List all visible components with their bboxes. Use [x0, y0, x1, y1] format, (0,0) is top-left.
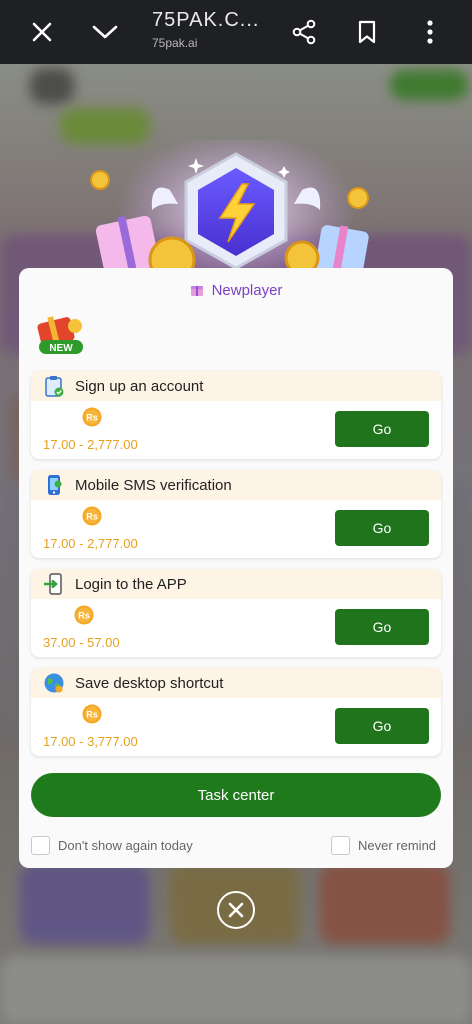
- reward-range: 17.00 - 2,777.00: [43, 437, 138, 452]
- close-icon: [228, 902, 244, 918]
- rupee-coin-icon: Rs: [82, 506, 102, 526]
- go-button[interactable]: Go: [335, 411, 429, 447]
- dont-show-today-option[interactable]: Don't show again today: [31, 836, 193, 855]
- bookmark-icon[interactable]: [343, 8, 391, 56]
- globe-icon: [44, 673, 64, 693]
- task-center-button[interactable]: Task center: [31, 773, 441, 817]
- more-vert-icon[interactable]: [406, 8, 454, 56]
- rupee-coin-icon: Rs: [82, 704, 102, 724]
- task-name: Save desktop shortcut: [75, 674, 224, 692]
- gift-icon: [190, 286, 203, 296]
- task-name: Login to the APP: [75, 575, 187, 593]
- page-url: 75pak.ai: [152, 36, 198, 50]
- rupee-coin-icon: Rs: [74, 605, 94, 625]
- close-modal-button[interactable]: [217, 891, 255, 929]
- login-icon: [44, 573, 62, 595]
- go-button[interactable]: Go: [335, 708, 429, 744]
- new-badge-text: NEW: [49, 343, 73, 354]
- reward-range: 17.00 - 3,777.00: [43, 734, 138, 749]
- coin-label: Rs: [86, 413, 98, 423]
- phone-icon: [48, 475, 62, 495]
- page-title: 75PAK.C...: [152, 9, 260, 31]
- dont-show-today-label: Don't show again today: [58, 838, 193, 853]
- task-card: Mobile SMS verification Rs 17.00 - 2,777…: [31, 470, 441, 558]
- clipboard-check-icon: [45, 376, 64, 397]
- never-remind-label: Never remind: [358, 838, 437, 853]
- reward-range: 37.00 - 57.00: [43, 635, 120, 650]
- modal-title: Newplayer: [211, 282, 283, 299]
- task-name: Sign up an account: [75, 377, 204, 395]
- task-card: Login to the APP Rs 37.00 - 57.00 Go: [31, 569, 441, 657]
- chevron-down-icon[interactable]: [81, 8, 129, 56]
- go-button[interactable]: Go: [335, 609, 429, 645]
- task-card: Sign up an account Rs 17.00 - 2,777.00 G…: [31, 371, 441, 459]
- coin-label: Rs: [86, 710, 98, 720]
- share-icon[interactable]: [280, 8, 328, 56]
- newplayer-modal: Newplayer NEW Sign up an account Rs 17.0…: [19, 268, 453, 868]
- never-remind-option[interactable]: Never remind: [331, 836, 436, 855]
- new-gift-badge-icon: NEW: [37, 316, 83, 354]
- coin-label: Rs: [78, 611, 90, 621]
- coin-label: Rs: [86, 512, 98, 522]
- close-icon[interactable]: [18, 8, 66, 56]
- rupee-coin-icon: Rs: [82, 407, 102, 427]
- task-name: Mobile SMS verification: [75, 476, 232, 494]
- task-card: Save desktop shortcut Rs 17.00 - 3,777.0…: [31, 668, 441, 756]
- dont-show-today-checkbox[interactable]: [31, 836, 50, 855]
- never-remind-checkbox[interactable]: [331, 836, 350, 855]
- reward-range: 17.00 - 2,777.00: [43, 536, 138, 551]
- browser-toolbar: 75PAK.C... 75pak.ai: [0, 0, 472, 64]
- go-button[interactable]: Go: [335, 510, 429, 546]
